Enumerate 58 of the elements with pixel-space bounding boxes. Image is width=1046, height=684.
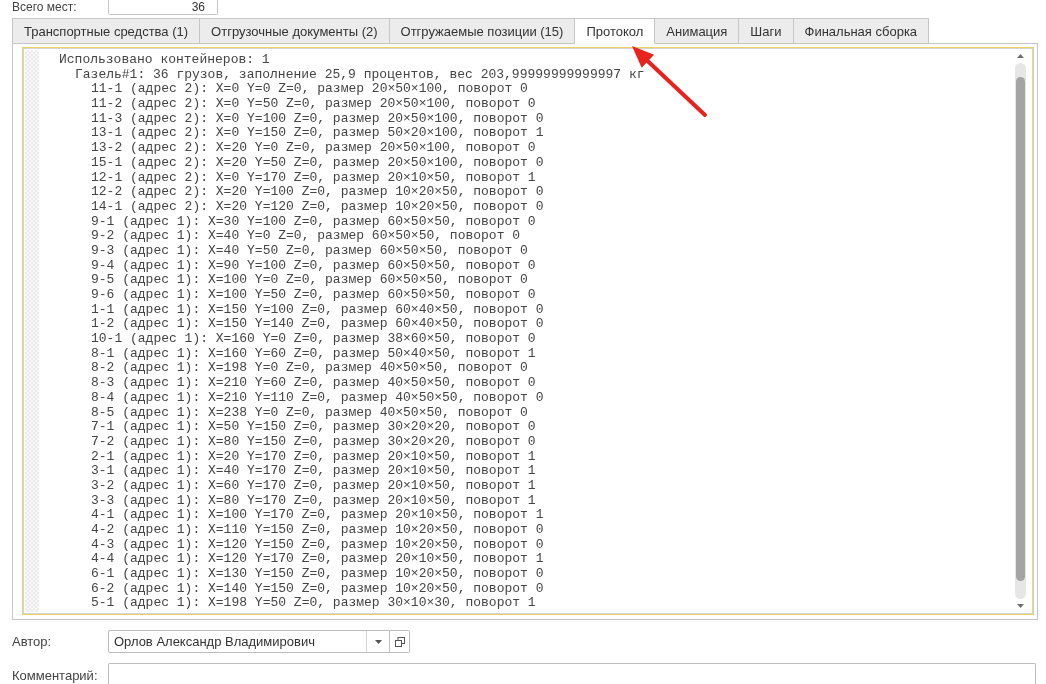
log-line: 4-1 (адрес 1): X=100 Y=170 Z=0, размер 20×10×50, поворот 1 [91,508,544,523]
log-line: 13-1 (адрес 2): X=0 Y=150 Z=0, размер 50×20×100, поворот 1 [91,126,544,142]
down-arrow-icon[interactable] [1016,604,1024,608]
log-line: 8-5 (адрес 1): X=238 Y=0 Z=0, размер 40×50×50, поворот 0 [91,405,528,421]
log-line: 7-1 (адрес 1): X=50 Y=150 Z=0, размер 30×20×20, поворот 0 [91,420,536,435]
log-line: 1-1 (адрес 1): X=150 Y=100 Z=0, размер 60×40×50, поворот 0 [91,302,544,318]
tab[interactable]: Протокол [575,18,656,44]
field-label: Автор: [12,634,53,649]
log-line: 4-2 (адрес 1): X=110 Y=150 Z=0, размер 10×20×50, поворот 0 [91,523,544,538]
log-line: 11-3 (адрес 2): X=0 Y=100 Z=0, размер 20×50×100, поворот 0 [91,111,544,127]
log-line: 12-2 (адрес 2): X=20 Y=100 Z=0, размер 10×20×50, поворот 0 [91,185,544,200]
log-line: 9-2 (адрес 1): X=40 Y=0 Z=0, размер 60×50×50, поворот 0 [91,229,521,244]
author-field[interactable]: Орлов Александр Владимирович [108,630,390,653]
log-line: 11-2 (адрес 2): X=0 Y=50 Z=0, размер 20×50×100, поворот 0 [91,97,536,112]
log-line: Газель#1: 36 грузов, заполнение 25,9 процентов, вес 203,99999999999997 кг [75,67,645,83]
tab[interactable]: Анимация [655,18,740,44]
log-line: 3-2 (адрес 1): X=60 Y=170 Z=0, размер 20×10×50, поворот 1 [91,478,536,494]
tab[interactable]: Финальная сборка [793,18,930,44]
log-line: 1-2 (адрес 1): X=150 Y=140 Z=0, размер 60×40×50, поворот 0 [91,317,544,333]
log-line: 9-4 (адрес 1): X=90 Y=100 Z=0, размер 60×50×50, поворот 0 [91,258,536,274]
log-line: 2-1 (адрес 1): X=20 Y=170 Z=0, размер 20×10×50, поворот 1 [91,449,536,465]
up-arrow-icon[interactable] [1016,54,1024,58]
field-label: Комментарий: [12,668,99,683]
field-label: Всего мест: [12,0,78,14]
comment-field[interactable] [108,663,1036,684]
log-line: 6-1 (адрес 1): X=130 Y=150 Z=0, размер 10×20×50, поворот 0 [91,567,544,582]
caret-down-icon [374,639,382,644]
tab[interactable]: Транспортные средства (1) [12,18,201,44]
log-line: 4-3 (адрес 1): X=120 Y=150 Z=0, размер 10×20×50, поворот 0 [91,537,544,553]
log-line: 6-2 (адрес 1): X=140 Y=150 Z=0, размер 10×20×50, поворот 0 [91,581,544,597]
tab[interactable]: Шаги [739,18,794,44]
log-line: 9-5 (адрес 1): X=100 Y=0 Z=0, размер 60×50×50, поворот 0 [91,273,528,288]
log-line: 8-2 (адрес 1): X=198 Y=0 Z=0, размер 40×50×50, поворот 0 [91,361,528,377]
log-line: 14-1 (адрес 2): X=20 Y=120 Z=0, размер 10×20×50, поворот 0 [91,199,544,215]
log-line: 9-3 (адрес 1): X=40 Y=50 Z=0, размер 60×50×50, поворот 0 [91,243,528,259]
tab[interactable]: Отгружаемые позиции (15) [389,18,576,44]
places-count-field[interactable]: 36 [108,0,218,15]
log-line: 15-1 (адрес 2): X=20 Y=50 Z=0, размер 20×50×100, поворот 0 [91,155,544,171]
log-line: 12-1 (адрес 2): X=0 Y=170 Z=0, размер 20×10×50, поворот 1 [91,170,536,186]
log-line: 5-1 (адрес 1): X=198 Y=50 Z=0, размер 30×10×30, поворот 1 [91,596,536,612]
open-button[interactable] [390,630,410,653]
scrollbar-track[interactable] [1014,63,1026,599]
log-line: 8-4 (адрес 1): X=210 Y=110 Z=0, размер 40×50×50, поворот 0 [91,390,544,406]
log-line: 3-1 (адрес 1): X=40 Y=170 Z=0, размер 20×10×50, поворот 1 [91,464,536,479]
log-line: Использовано контейнеров: 1 [59,53,270,68]
log-line: 11-1 (адрес 2): X=0 Y=0 Z=0, размер 20×50×100, поворот 0 [91,82,528,98]
log-line: 9-1 (адрес 1): X=30 Y=100 Z=0, размер 60×50×50, поворот 0 [91,214,536,230]
log-line: 8-3 (адрес 1): X=210 Y=60 Z=0, размер 40×50×50, поворот 0 [91,376,536,391]
log-line: 3-3 (адрес 1): X=80 Y=170 Z=0, размер 20×10×50, поворот 1 [91,493,536,509]
log-line: 10-1 (адрес 1): X=160 Y=0 Z=0, размер 38×60×50, поворот 0 [91,332,536,347]
log-line: 9-6 (адрес 1): X=100 Y=50 Z=0, размер 60×50×50, поворот 0 [91,288,536,303]
log-line: 8-1 (адрес 1): X=160 Y=60 Z=0, размер 50×40×50, поворот 1 [91,346,536,362]
tab[interactable]: Отгрузочные документы (2) [200,18,390,44]
log-line: 7-2 (адрес 1): X=80 Y=150 Z=0, размер 30×20×20, поворот 0 [91,434,536,450]
overlapping-squares-icon [394,636,405,647]
scrollbar-thumb[interactable] [1015,77,1025,581]
log-line: 13-2 (адрес 2): X=20 Y=0 Z=0, размер 20×50×100, поворот 0 [91,141,536,156]
log-line: 4-4 (адрес 1): X=120 Y=170 Z=0, размер 20×10×50, поворот 1 [91,552,544,568]
